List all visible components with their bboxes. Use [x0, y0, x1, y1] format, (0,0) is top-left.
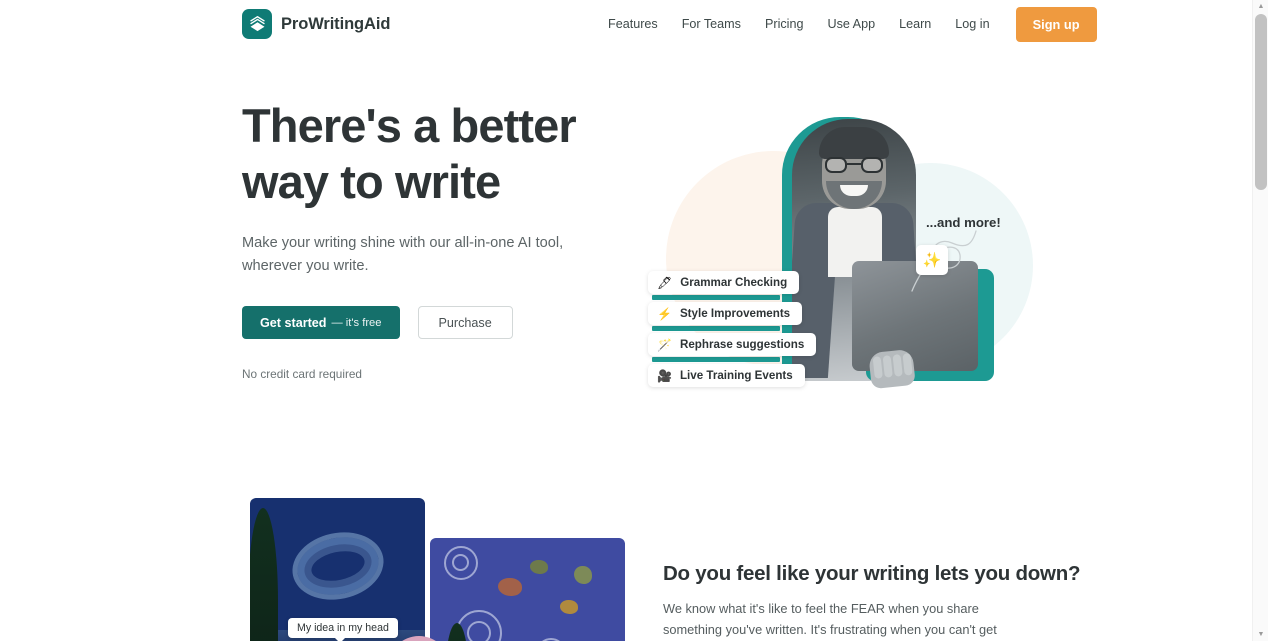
brand-name: ProWritingAid [281, 14, 391, 33]
hair [819, 127, 889, 159]
nav-item-features[interactable]: Features [596, 11, 670, 38]
nav-item-pricing[interactable]: Pricing [753, 11, 816, 38]
and-more-label: ...and more! [926, 215, 1001, 230]
feature-chip-label: Style Improvements [679, 307, 791, 320]
writing-lets-you-down-section: My idea in my head Do you feel like your… [0, 468, 1252, 641]
purchase-button[interactable]: Purchase [417, 306, 513, 340]
sparkles-glyph: ✨ [922, 252, 942, 269]
hero-illustration: ...and more! ✨ 🖋 Grammar Checking ⚡ Styl… [648, 103, 1048, 433]
hero-copy: There's a better way to write Make your … [242, 98, 632, 381]
feature-chip-label: Rephrase suggestions [679, 338, 805, 351]
feature-chip-style-improvements: ⚡ Style Improvements [648, 302, 803, 331]
sketch-blob [560, 600, 578, 614]
hero-title-line-1: There's a better [242, 99, 577, 152]
sparkles-icon: ✨ [916, 245, 948, 275]
feature-chip-live-training-events: 🎥 Live Training Events [648, 364, 805, 387]
hero-subtitle: Make your writing shine with our all-in-… [242, 234, 564, 275]
magic-wand-icon: 🪄 [657, 337, 672, 352]
no-credit-card-note: No credit card required [242, 367, 362, 382]
sketch-blob [530, 560, 548, 574]
section-two-copy: Do you feel like your writing lets you d… [663, 562, 1081, 641]
hero-title-line-2: way to write [242, 155, 501, 209]
page-title: There's a better way to write [242, 98, 632, 211]
sketch-spiral [452, 554, 469, 571]
get-started-sublabel: — it's free [331, 316, 382, 329]
book-pages-icon [242, 9, 272, 39]
rocket-pen-icon: 🖋 [657, 275, 673, 290]
painting-swirl [286, 524, 390, 609]
page-viewport: ProWritingAid Features For Teams Pricing… [0, 0, 1252, 641]
get-started-button[interactable]: Get started — it's free [242, 306, 400, 340]
feature-chip-label: Live Training Events [679, 369, 793, 382]
lightning-bolt-icon: ⚡ [657, 306, 672, 321]
scrollbar-thumb[interactable] [1255, 14, 1267, 190]
section-two-body: We know what it's like to feel the FEAR … [663, 601, 997, 638]
glasses-icon [825, 157, 883, 173]
sketch-blob [498, 578, 522, 596]
get-started-label: Get started [260, 315, 327, 330]
hero-section: There's a better way to write Make your … [0, 48, 1252, 468]
site-header: ProWritingAid Features For Teams Pricing… [0, 0, 1252, 48]
hand [868, 348, 916, 390]
feature-chip-rephrase-suggestions: 🪄 Rephrase suggestions [648, 333, 817, 362]
nav-item-learn[interactable]: Learn [887, 11, 943, 38]
page-scrollbar[interactable]: ▲ ▼ [1252, 0, 1268, 641]
main-navigation: Features For Teams Pricing Use App Learn… [596, 0, 1097, 48]
sign-up-button[interactable]: Sign up [1015, 6, 1097, 42]
page-root: ProWritingAid Features For Teams Pricing… [0, 0, 1268, 641]
sketch-blob [574, 566, 592, 584]
feature-chip-grammar-checking: 🖋 Grammar Checking [648, 271, 800, 300]
chevron-up-icon[interactable]: ▲ [1253, 0, 1268, 13]
hero-actions: Get started — it's free Purchase [242, 306, 632, 340]
painting-cypress-tree [250, 508, 278, 641]
feature-chip-label: Grammar Checking [680, 276, 788, 289]
movie-camera-icon: 🎥 [657, 368, 672, 383]
idea-callout-label: My idea in my head [288, 618, 398, 641]
starry-night-sketch [430, 538, 625, 641]
nav-item-log-in[interactable]: Log in [943, 11, 1001, 38]
brand-logo-link[interactable]: ProWritingAid [242, 9, 390, 39]
chevron-down-icon[interactable]: ▼ [1253, 628, 1268, 641]
section-two-title: Do you feel like your writing lets you d… [663, 562, 1081, 585]
sketch-spiral [467, 621, 491, 641]
nav-item-use-app[interactable]: Use App [815, 11, 887, 38]
nav-item-for-teams[interactable]: For Teams [670, 11, 753, 38]
idea-vs-reality-artwork: My idea in my head [250, 498, 625, 641]
feature-chip-stack: 🖋 Grammar Checking ⚡ Style Improvements … [648, 271, 817, 395]
